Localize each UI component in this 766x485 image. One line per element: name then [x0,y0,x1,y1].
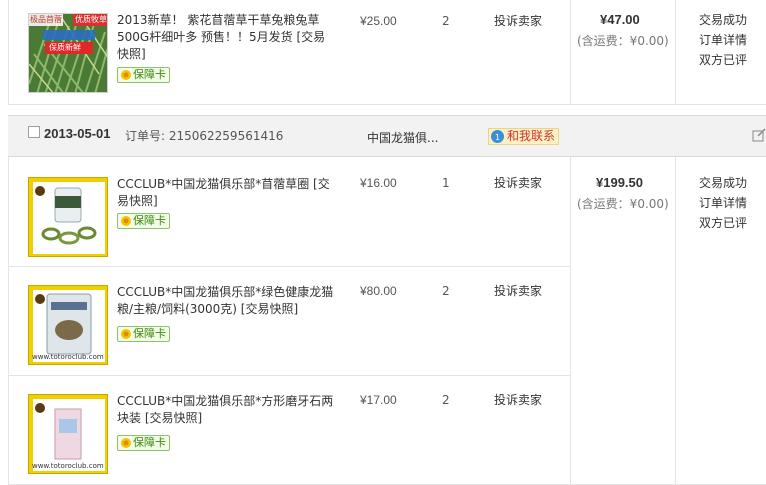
order-status: 交易成功 [699,13,748,27]
divider [675,0,676,104]
seller-name-link[interactable]: 中国龙猫俱... [367,129,438,146]
divider [675,157,676,485]
order-total: ¥199.50 [596,175,643,190]
product-title-link[interactable]: CCCLUB*中国龙猫俱乐部*苜蓿草圈 [交易快照] [117,176,337,210]
unit-price: ¥17.00 [360,393,397,407]
order-number: 订单号: 215062259561416 [125,129,284,143]
badge-label: 保障卡 [133,436,166,449]
unit-price: ¥16.00 [360,176,397,190]
review-status: 双方已评 [699,216,748,230]
hay-ring-image [29,178,107,256]
quantity: 2 [442,284,450,298]
product-thumbnail[interactable]: www.totoroclub.com [28,285,108,365]
divider [8,157,9,485]
order-detail-link[interactable]: 订单详情 [699,193,747,213]
contact-label: 和我联系 [507,129,556,143]
unit-price: ¥25.00 [360,14,397,28]
order-date: 2013-05-01 [44,126,111,141]
order-checkbox[interactable] [28,126,40,138]
guarantee-card-badge[interactable]: 保障卡 [117,326,170,342]
contact-seller-button[interactable]: 1 和我联系 [488,128,560,145]
quantity: 2 [442,14,450,28]
order-total: ¥47.00 [600,12,640,27]
order-detail-link[interactable]: 订单详情 [699,30,747,50]
complain-seller-link[interactable]: 投诉卖家 [494,174,542,191]
badge-label: 保障卡 [133,68,166,81]
product-thumbnail[interactable]: 极品苜蓿 优质牧草 保质新鲜 [28,13,108,93]
guarantee-card-badge[interactable]: 保障卡 [117,435,170,451]
order-status: 交易成功 [699,176,748,190]
product-title-link[interactable]: CCCLUB*中国龙猫俱乐部*方形磨牙石两块装 [交易快照] [117,393,337,427]
guarantee-card-badge[interactable]: 保障卡 [117,67,170,83]
guarantee-card-badge[interactable]: 保障卡 [117,213,170,229]
badge-label: 保障卡 [133,327,166,340]
watermark-text: www.totoroclub.com [32,353,104,361]
chat-icon: 1 [491,130,504,143]
product-thumbnail[interactable] [28,177,108,257]
badge-label: 保障卡 [133,214,166,227]
divider [570,0,571,104]
order-header: 2013-05-01 订单号: 215062259561416 中国龙猫俱...… [8,115,766,157]
shield-icon [121,216,131,226]
shield-icon [121,70,131,80]
divider [8,104,766,105]
divider [8,266,570,267]
image-text: 优质牧草 [75,15,107,24]
complain-seller-link[interactable]: 投诉卖家 [494,12,542,29]
divider [8,0,9,104]
divider [8,375,570,376]
divider [570,157,571,485]
shield-icon [121,438,131,448]
image-text: 保质新鲜 [49,43,81,52]
svg-text:1: 1 [495,133,500,142]
complain-seller-link[interactable]: 投诉卖家 [494,282,542,299]
image-text: 极品苜蓿 [30,15,62,24]
shield-icon [121,329,131,339]
shipping-fee: (含运费：¥0.00) [577,197,669,211]
complain-seller-link[interactable]: 投诉卖家 [494,391,542,408]
quantity: 2 [442,393,450,407]
watermark-text: www.totoroclub.com [32,462,104,470]
edit-icon[interactable] [752,128,766,142]
product-title-link[interactable]: 2013新草！ 紫花苜蓿草干草兔粮兔草500G杆细叶多 预售！！5月发货 [交易… [117,12,337,63]
quantity: 1 [442,176,450,190]
product-thumbnail[interactable]: www.totoroclub.com [28,394,108,474]
review-status: 双方已评 [699,53,748,67]
product-title-link[interactable]: CCCLUB*中国龙猫俱乐部*绿色健康龙猫粮/主粮/饲料(3000克) [交易快… [117,284,337,318]
unit-price: ¥80.00 [360,284,397,298]
shipping-fee: (含运费：¥0.00) [577,34,669,48]
